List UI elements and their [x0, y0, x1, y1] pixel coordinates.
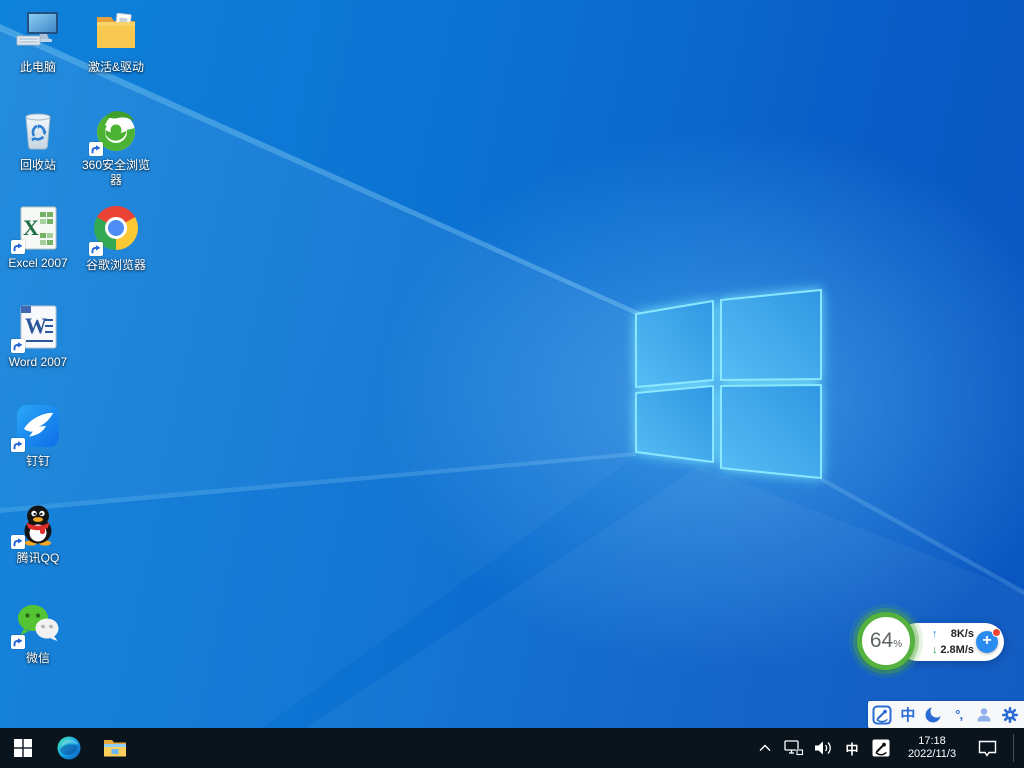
qq-penguin-icon — [14, 499, 62, 547]
clock-time: 17:18 — [901, 735, 963, 748]
excel-icon: X — [14, 204, 62, 252]
gear-icon — [1001, 706, 1019, 724]
start-button[interactable] — [0, 728, 46, 768]
plus-icon: + — [982, 632, 991, 649]
upload-speed-row: ↑ 8K/s — [932, 627, 974, 642]
desktop-icon-activation-drivers[interactable]: 激活&驱动 — [78, 8, 154, 75]
upload-arrow-icon: ↑ — [932, 628, 944, 640]
show-desktop-divider[interactable] — [1013, 734, 1014, 762]
shortcut-arrow-icon — [11, 240, 25, 254]
ime-indicator-label: 中 — [843, 739, 861, 758]
desktop-icon-chrome[interactable]: 谷歌浏览器 — [78, 204, 154, 273]
clock-date: 2022/11/3 — [901, 748, 963, 761]
notification-bubble-icon — [978, 740, 997, 757]
network-ethernet-icon — [784, 739, 804, 757]
edge-taskbar-button[interactable] — [46, 728, 92, 768]
memory-usage-ball[interactable]: 64 % — [857, 612, 915, 670]
tray-show-hidden-icons[interactable] — [754, 728, 776, 768]
wechat-icon — [14, 599, 62, 647]
shortcut-arrow-icon — [11, 339, 25, 353]
this-pc-icon — [14, 8, 62, 56]
desktop-icon-360-browser[interactable]: 360安全浏览器 — [78, 106, 154, 188]
desktop-icon-word-2007[interactable]: W Word 2007 — [0, 303, 76, 370]
download-arrow-icon: ↓ — [932, 644, 940, 656]
windows-desktop-screen: 此电脑 激活&驱动 — [0, 0, 1024, 768]
desktop-icon-label: 360安全浏览器 — [78, 158, 154, 188]
ime-user-button[interactable] — [973, 704, 995, 726]
action-center-button[interactable] — [972, 728, 1002, 768]
desktop-icon-label: 谷歌浏览器 — [78, 258, 154, 273]
chinese-mode-label: 中 — [900, 704, 915, 725]
moon-icon — [924, 706, 942, 724]
upload-speed-value: 8K/s — [944, 628, 974, 640]
ime-logo-button[interactable] — [871, 704, 893, 726]
windows-logo-wallpaper — [598, 268, 826, 484]
download-speed-value: 2.8M/s — [940, 644, 974, 656]
chrome-icon — [92, 206, 140, 254]
ime-gauge-icon — [872, 705, 892, 725]
ime-toolbar: 中 °, — [868, 701, 1024, 728]
ime-settings-button[interactable] — [999, 704, 1021, 726]
windows-start-icon — [14, 739, 32, 757]
taskbar-clock[interactable]: 17:18 2022/11/3 — [899, 735, 965, 761]
tray-ime-indicator[interactable]: 中 — [841, 728, 863, 768]
edge-icon — [56, 735, 82, 761]
desktop-icon-label: 激活&驱动 — [78, 60, 154, 75]
desktop-icon-label: 回收站 — [0, 158, 76, 173]
ime-punctuation-button[interactable]: °, — [948, 704, 970, 726]
desktop-icon-recycle-bin[interactable]: 回收站 — [0, 106, 76, 173]
shortcut-arrow-icon — [11, 535, 25, 549]
desktop-icon-excel-2007[interactable]: X Excel 2007 — [0, 204, 76, 271]
desktop-icon-tencent-qq[interactable]: 腾讯QQ — [0, 499, 76, 566]
desktop-icon-label: 此电脑 — [0, 60, 76, 75]
desktop-icon-label: 腾讯QQ — [0, 551, 76, 566]
tray-network[interactable] — [783, 728, 805, 768]
speaker-icon — [813, 739, 833, 757]
recycle-bin-icon — [14, 106, 62, 154]
chevron-up-icon — [759, 744, 771, 752]
word-icon: W — [14, 303, 62, 351]
desktop-icon-label: 微信 — [0, 651, 76, 666]
shortcut-arrow-icon — [89, 242, 103, 256]
memory-percent-value: 64 — [870, 629, 893, 653]
desktop-icon-label: 钉钉 — [0, 454, 76, 469]
system-tray: 中 17:18 2022/11/3 — [754, 728, 1024, 768]
shortcut-arrow-icon — [89, 142, 103, 156]
360-browser-icon — [92, 106, 140, 154]
taskbar: 中 17:18 2022/11/3 — [0, 728, 1024, 768]
notification-dot — [992, 628, 1001, 637]
desktop-icon-this-pc[interactable]: 此电脑 — [0, 8, 76, 75]
ime-fullwidth-moon-button[interactable] — [922, 704, 944, 726]
desktop-icon-label: Excel 2007 — [0, 256, 76, 271]
file-explorer-icon — [102, 735, 128, 761]
tray-ime-status-square[interactable] — [870, 728, 892, 768]
accelerate-plus-button[interactable]: + — [976, 631, 998, 653]
svg-text:X: X — [23, 215, 39, 240]
percent-sign: % — [893, 639, 902, 650]
desktop-icon-wechat[interactable]: 微信 — [0, 599, 76, 666]
tray-volume[interactable] — [812, 728, 834, 768]
shortcut-arrow-icon — [11, 635, 25, 649]
ime-chinese-mode-button[interactable]: 中 — [897, 704, 919, 726]
download-speed-row: ↓ 2.8M/s — [932, 643, 974, 658]
user-icon — [975, 706, 993, 724]
svg-text:W: W — [25, 313, 47, 338]
desktop-icon-label: Word 2007 — [0, 355, 76, 370]
punctuation-icon: °, — [955, 707, 962, 722]
ime-gauge-square-icon — [872, 739, 890, 757]
speed-ball-widget[interactable]: ↑ 8K/s ↓ 2.8M/s + 64 % — [852, 607, 1004, 677]
desktop-icon-dingtalk[interactable]: 钉钉 — [0, 402, 76, 469]
dingtalk-icon — [14, 402, 62, 450]
folder-icon — [92, 8, 140, 56]
file-explorer-taskbar-button[interactable] — [92, 728, 138, 768]
shortcut-arrow-icon — [11, 438, 25, 452]
